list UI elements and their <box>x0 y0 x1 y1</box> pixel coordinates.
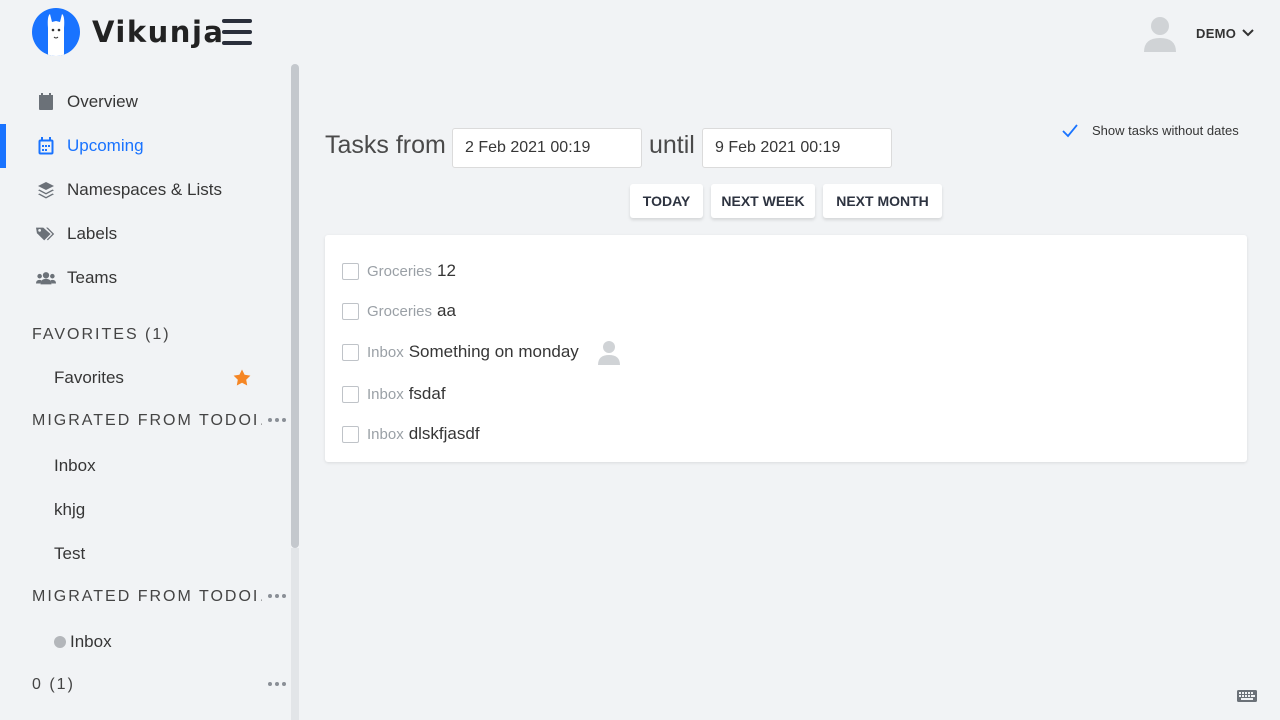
chevron-down-icon <box>1242 29 1254 37</box>
app-logo[interactable]: Vikunja <box>32 8 224 56</box>
assignee-avatar-icon <box>597 341 620 365</box>
nav-label: Namespaces & Lists <box>67 180 222 199</box>
namespace-title-migrated-2[interactable]: MIGRATED FROM TODOI… <box>32 588 262 606</box>
tags-icon <box>36 224 56 244</box>
tasks-from-label: Tasks from <box>325 131 446 159</box>
next-month-button[interactable]: NEXT MONTH <box>823 184 942 218</box>
namespace-options-icon[interactable] <box>268 681 286 687</box>
list-item-inbox-2[interactable]: Inbox <box>54 632 264 652</box>
nav-labels[interactable]: Labels <box>0 212 290 256</box>
task-list-name: Inbox <box>367 425 404 443</box>
task-row[interactable]: Groceries aa <box>342 299 456 323</box>
task-title: 12 <box>437 261 456 280</box>
favorite-star-icon[interactable] <box>233 369 251 386</box>
list-label: Favorites <box>54 368 124 387</box>
app-name: Vikunja <box>92 15 225 49</box>
task-list-name: Inbox <box>367 343 404 361</box>
sidebar-scrollbar-track[interactable] <box>291 548 299 720</box>
calendar-icon <box>36 92 56 112</box>
namespace-options-icon[interactable] <box>268 593 286 599</box>
until-label: until <box>649 131 695 159</box>
list-color-dot <box>54 636 66 648</box>
sidebar-scrollbar-thumb[interactable] <box>291 64 299 548</box>
task-title: aa <box>437 301 456 320</box>
task-title: fsdaf <box>408 384 446 403</box>
task-checkbox[interactable] <box>342 343 359 361</box>
layers-icon <box>36 180 56 200</box>
until-date-input[interactable]: 9 Feb 2021 00:19 <box>702 128 892 168</box>
list-item-khjg[interactable]: khjg <box>54 500 264 520</box>
list-item-inbox[interactable]: Inbox <box>54 456 264 476</box>
nav-teams[interactable]: Teams <box>0 256 290 300</box>
task-list-card: Groceries 12 Groceries aa Inbox Somethin… <box>325 235 1247 462</box>
hamburger-menu-icon[interactable] <box>222 19 252 45</box>
llama-logo-icon <box>32 8 80 56</box>
task-row[interactable]: Groceries 12 <box>342 259 456 283</box>
show-tasks-without-dates-label: Show tasks without dates <box>1092 123 1239 138</box>
task-checkbox[interactable] <box>342 385 359 403</box>
nav-label: Labels <box>67 224 118 243</box>
user-avatar-icon <box>1144 17 1176 52</box>
calendar-week-icon <box>36 136 56 156</box>
task-list-name: Groceries <box>367 262 433 280</box>
task-checkbox[interactable] <box>342 262 359 280</box>
task-row[interactable]: Inbox fsdaf <box>342 382 446 406</box>
task-title: dlskfjasdf <box>408 424 480 443</box>
task-list-name: Groceries <box>367 302 433 320</box>
nav-label: Upcoming <box>67 136 144 155</box>
namespace-title-0[interactable]: 0 (1) <box>32 676 262 694</box>
task-checkbox[interactable] <box>342 425 359 443</box>
namespace-title-migrated-1[interactable]: MIGRATED FROM TODOI… <box>32 412 262 430</box>
list-label: Test <box>54 544 86 563</box>
list-label: khjg <box>54 500 86 519</box>
today-button[interactable]: TODAY <box>630 184 703 218</box>
task-row[interactable]: Inbox Something on monday <box>342 340 621 365</box>
namespace-options-icon[interactable] <box>268 417 286 423</box>
nav-upcoming[interactable]: Upcoming <box>0 124 290 168</box>
nav-overview[interactable]: Overview <box>0 80 290 124</box>
nav-label: Overview <box>67 92 138 111</box>
username: DEMO <box>1196 25 1237 41</box>
checkmark-icon <box>1062 123 1078 137</box>
user-menu[interactable]: DEMO <box>1142 14 1254 52</box>
list-label: Inbox <box>70 632 112 651</box>
users-icon <box>36 268 56 288</box>
next-week-button[interactable]: NEXT WEEK <box>711 184 815 218</box>
keyboard-shortcuts-icon[interactable] <box>1237 689 1257 703</box>
task-list-name: Inbox <box>367 385 404 403</box>
list-label: Inbox <box>54 456 96 475</box>
nav-namespaces-lists[interactable]: Namespaces & Lists <box>0 168 290 212</box>
sidebar: Overview Upcoming Namespaces & Lists Lab… <box>0 64 300 720</box>
list-item-test[interactable]: Test <box>54 544 264 564</box>
show-tasks-without-dates-toggle[interactable]: Show tasks without dates <box>1062 123 1239 138</box>
task-row[interactable]: Inbox dlskfjasdf <box>342 422 480 446</box>
namespace-title-favorites[interactable]: FAVORITES (1) <box>32 326 262 344</box>
nav-label: Teams <box>67 268 118 287</box>
from-date-input[interactable]: 2 Feb 2021 00:19 <box>452 128 642 168</box>
task-title: Something on monday <box>408 342 579 361</box>
task-checkbox[interactable] <box>342 302 359 320</box>
